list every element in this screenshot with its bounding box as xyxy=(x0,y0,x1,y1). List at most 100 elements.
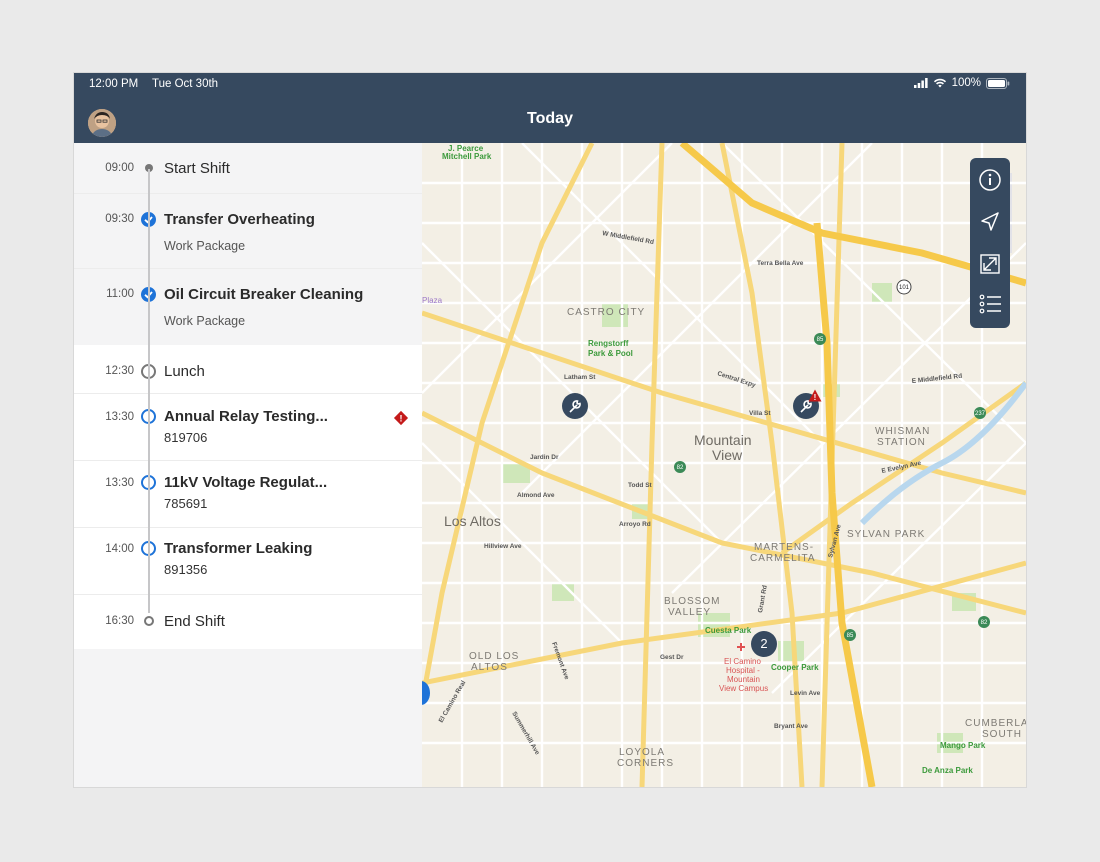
schedule-item[interactable]: 14:00 Transformer Leaking 891356 xyxy=(74,528,422,595)
list-button[interactable] xyxy=(970,286,1010,322)
schedule-item[interactable]: 13:30 Annual Relay Testing... 819706 ! xyxy=(74,394,422,461)
schedule-item[interactable]: 11:00 Oil Circuit Breaker Cleaning Work … xyxy=(74,269,422,343)
map-label: LOYOLA xyxy=(619,747,665,758)
route-shield: 237 xyxy=(975,411,986,417)
street-label: Villa St xyxy=(749,410,771,417)
map-label: ALTOS xyxy=(471,662,508,673)
map-label: WHISMAN xyxy=(875,426,930,437)
schedule-title: Lunch xyxy=(164,363,205,380)
schedule-item[interactable]: 09:00 Start Shift xyxy=(74,143,422,194)
schedule-subtitle: Work Package xyxy=(164,239,246,253)
map-label: Plaza xyxy=(422,296,443,305)
map-label: Mitchell Park xyxy=(442,152,492,161)
map-label: Cooper Park xyxy=(771,663,819,672)
schedule-title: Transfer Overheating xyxy=(164,211,315,228)
map-label: Park & Pool xyxy=(588,349,633,358)
schedule-time: 12:30 xyxy=(105,365,134,377)
map-label: El Camino xyxy=(724,657,761,666)
map-canvas: 101 85 82 237 82 85 CASTRO CITY WHISMAN … xyxy=(422,143,1026,787)
map-label: CARMELITA xyxy=(750,553,816,564)
map-label: View xyxy=(712,447,743,463)
schedule-number: 785691 xyxy=(164,496,208,511)
expand-icon xyxy=(980,254,1000,274)
schedule-time: 13:30 xyxy=(105,477,134,489)
street-label: Arroyo Rd xyxy=(619,521,651,528)
street-label: Latham St xyxy=(564,374,596,381)
route-shield: 82 xyxy=(677,465,684,471)
street-label: Almond Ave xyxy=(517,492,555,499)
battery-icon xyxy=(986,77,1010,89)
street-label: Bryant Ave xyxy=(774,723,808,730)
schedule-item[interactable]: 12:30 Lunch xyxy=(74,345,422,394)
street-label: Gest Dr xyxy=(660,654,684,661)
map-label: Mountain xyxy=(727,675,760,684)
work-order-marker[interactable] xyxy=(562,393,588,419)
map-label: SYLVAN PARK xyxy=(847,529,925,540)
expand-button[interactable] xyxy=(970,246,1010,282)
route-shield: 101 xyxy=(899,285,910,291)
map-label: Mountain xyxy=(694,432,752,448)
wifi-icon xyxy=(933,78,946,88)
street-label: Levin Ave xyxy=(790,690,821,697)
schedule-title: Oil Circuit Breaker Cleaning xyxy=(164,286,364,303)
map-label: CASTRO CITY xyxy=(567,307,645,318)
schedule-time: 13:30 xyxy=(105,411,134,423)
schedule-time: 16:30 xyxy=(105,615,134,627)
navigation-bar: Today xyxy=(74,95,1026,143)
map-label: OLD LOS xyxy=(469,651,519,662)
schedule-title: Annual Relay Testing... xyxy=(164,408,328,425)
map-label: Mango Park xyxy=(940,741,986,750)
location-arrow-icon xyxy=(981,212,999,231)
map-label: STATION xyxy=(877,437,926,448)
schedule-title: 11kV Voltage Regulat... xyxy=(164,474,328,491)
street-label: Todd St xyxy=(628,482,653,489)
list-icon xyxy=(979,294,1001,314)
schedule-title: Transformer Leaking xyxy=(164,540,313,557)
schedule-time: 11:00 xyxy=(106,288,134,300)
map-label: Hospital - xyxy=(726,666,760,675)
timeline-line xyxy=(148,169,150,613)
schedule-number: 891356 xyxy=(164,562,208,577)
map-label: De Anza Park xyxy=(922,766,973,775)
schedule-item[interactable]: 13:30 11kV Voltage Regulat... 785691 xyxy=(74,461,422,528)
map-label: CORNERS xyxy=(617,758,674,769)
map-label: VALLEY xyxy=(668,607,711,618)
wrench-icon xyxy=(569,400,581,413)
schedule-time: 14:00 xyxy=(105,543,134,555)
map-label: CUMBERLAND xyxy=(965,718,1026,729)
schedule-item[interactable]: 09:30 Transfer Overheating Work Package xyxy=(74,194,422,269)
route-shield: 85 xyxy=(817,337,824,343)
route-shield: 82 xyxy=(981,620,988,626)
locate-button[interactable] xyxy=(970,204,1010,240)
schedule-item[interactable]: 16:30 End Shift xyxy=(74,595,422,649)
schedule-title: Start Shift xyxy=(164,160,230,177)
end-dot-icon xyxy=(144,616,154,626)
street-label: Hillview Ave xyxy=(484,543,522,550)
schedule-title: End Shift xyxy=(164,613,225,630)
map-label: Los Altos xyxy=(444,513,501,529)
status-time: 12:00 PM xyxy=(89,78,139,90)
map-label: View Campus xyxy=(719,684,768,693)
route-shield: 85 xyxy=(847,633,854,639)
schedule-time: 09:30 xyxy=(105,213,134,225)
schedule-subtitle: Work Package xyxy=(164,314,246,328)
status-bar: 12:00 PM Tue Oct 30th 100% xyxy=(74,73,1026,95)
info-button[interactable] xyxy=(970,162,1010,198)
street-label: Terra Bella Ave xyxy=(757,260,804,267)
status-date: Tue Oct 30th xyxy=(152,78,219,90)
map-toolbar xyxy=(970,158,1010,328)
status-right: 100% xyxy=(913,77,1010,89)
alert-mark: ! xyxy=(814,393,817,402)
cluster-marker[interactable]: 2 xyxy=(751,631,777,657)
schedule-number: 819706 xyxy=(164,430,208,445)
alert-mark: ! xyxy=(400,414,403,424)
device-screen: 12:00 PM Tue Oct 30th 100% Today 09:00 S… xyxy=(74,73,1026,787)
alert-icon: ! xyxy=(393,410,409,431)
map-label: Rengstorff xyxy=(588,339,629,348)
map-view[interactable]: 101 85 82 237 82 85 CASTRO CITY WHISMAN … xyxy=(422,143,1026,787)
info-icon xyxy=(979,169,1001,191)
page-title: Today xyxy=(527,110,573,127)
schedule-time: 09:00 xyxy=(105,162,134,174)
signal-icon xyxy=(913,78,928,88)
map-label: MARTENS- xyxy=(754,542,814,553)
